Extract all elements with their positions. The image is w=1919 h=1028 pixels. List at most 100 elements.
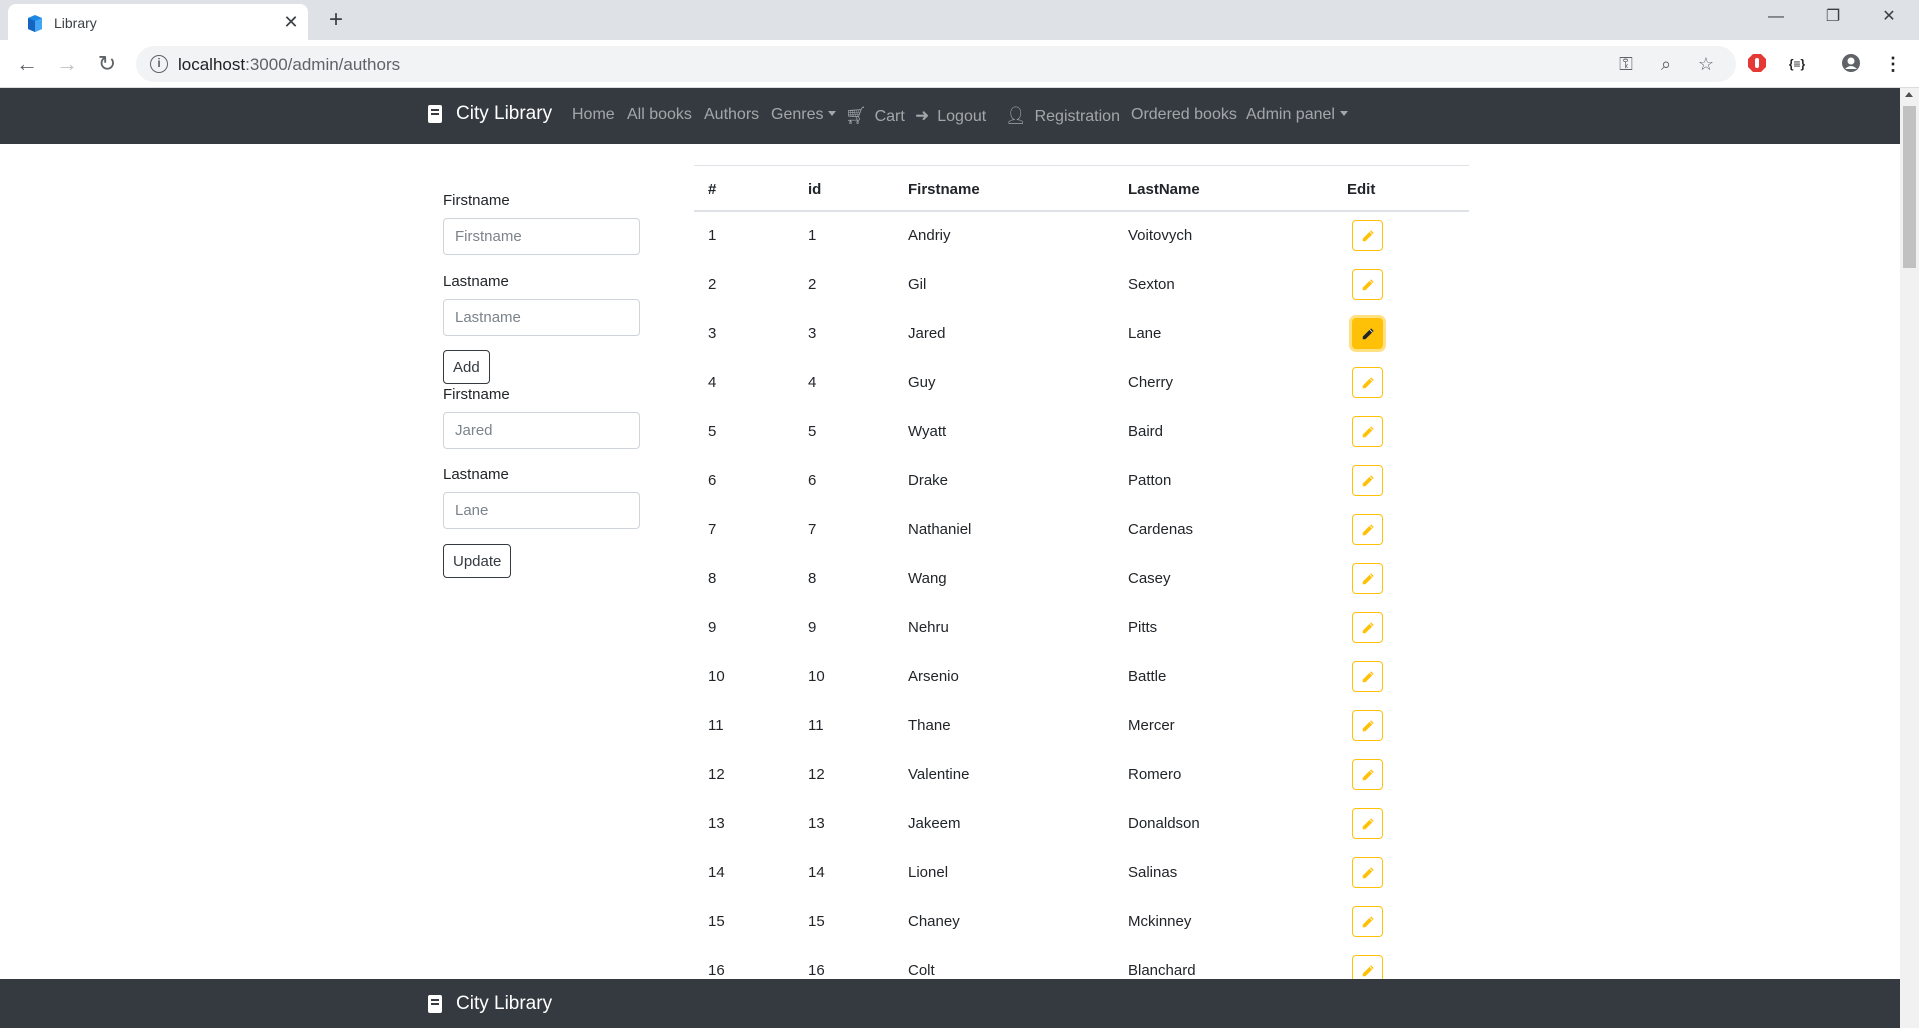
json-extension-icon[interactable]: {≡} — [1786, 53, 1808, 75]
pencil-icon — [1362, 719, 1374, 731]
back-arrow-icon[interactable]: ← — [13, 50, 41, 78]
cell-lastname: Cherry — [1128, 374, 1174, 391]
bookmark-star-icon[interactable]: ☆ — [1695, 53, 1717, 75]
edit-button[interactable] — [1352, 808, 1383, 839]
navbar-brand[interactable]: City Library — [428, 103, 552, 125]
adblock-extension-icon[interactable] — [1746, 53, 1768, 75]
table-row: 1 1 Andriy Voitovych — [694, 212, 1469, 261]
table-row: 13 13 Jakeem Donaldson — [694, 800, 1469, 849]
table-row: 2 2 Gil Sexton — [694, 261, 1469, 310]
user-edit-icon: 👤︎ — [1005, 106, 1027, 125]
browser-menu-icon[interactable]: ⋮ — [1882, 53, 1904, 75]
url-text[interactable]: localhost:3000/admin/authors — [178, 55, 400, 75]
edit-button[interactable] — [1352, 220, 1383, 251]
scroll-up-arrow-icon[interactable] — [1905, 92, 1913, 97]
minimize-icon[interactable]: — — [1753, 0, 1799, 34]
page-scrollbar[interactable] — [1900, 88, 1919, 1028]
table-row: 7 7 Nathaniel Cardenas — [694, 506, 1469, 555]
cell-firstname: Wang — [908, 570, 947, 587]
close-window-icon[interactable]: ✕ — [1866, 0, 1912, 34]
key-icon[interactable]: ⚿ — [1615, 53, 1637, 75]
browser-tab[interactable]: Library ✕ — [8, 4, 308, 40]
edit-button[interactable] — [1352, 661, 1383, 692]
table-row: 4 4 Guy Cherry — [694, 359, 1469, 408]
update-lastname-label: Lastname — [443, 466, 509, 483]
nav-all-books[interactable]: All books — [627, 106, 692, 124]
nav-authors[interactable]: Authors — [704, 106, 759, 124]
edit-button[interactable] — [1352, 857, 1383, 888]
logout-icon: ➜ — [915, 106, 930, 125]
cell-firstname: Arsenio — [908, 668, 959, 685]
cell-id: 10 — [808, 668, 825, 685]
edit-button[interactable] — [1352, 416, 1383, 447]
pencil-icon — [1362, 474, 1374, 486]
add-firstname-input[interactable] — [443, 218, 640, 255]
edit-button[interactable] — [1352, 759, 1383, 790]
nav-registration[interactable]: 👤︎ Registration — [1005, 106, 1120, 126]
pencil-icon — [1362, 964, 1374, 976]
cell-num: 16 — [708, 962, 725, 979]
address-bar[interactable]: i localhost:3000/admin/authors ⚿ ⌕ ☆ — [136, 46, 1736, 82]
edit-button[interactable] — [1352, 563, 1383, 594]
nav-logout[interactable]: ➜ Logout — [915, 106, 986, 126]
close-tab-icon[interactable]: ✕ — [280, 11, 302, 33]
table-row: 14 14 Lionel Salinas — [694, 849, 1469, 898]
edit-button[interactable] — [1352, 906, 1383, 937]
cell-lastname: Patton — [1128, 472, 1172, 489]
pencil-icon — [1362, 866, 1374, 878]
cell-num: 10 — [708, 668, 725, 685]
site-info-icon[interactable]: i — [150, 55, 168, 73]
add-lastname-input[interactable] — [443, 299, 640, 336]
nav-genres-dropdown[interactable]: Genres — [771, 106, 837, 124]
cell-id: 6 — [808, 472, 817, 489]
table-row: 8 8 Wang Casey — [694, 555, 1469, 604]
edit-button[interactable] — [1352, 318, 1383, 349]
profile-avatar-icon[interactable] — [1840, 53, 1862, 75]
site-footer: City Library — [0, 979, 1900, 1028]
cell-num: 5 — [708, 423, 717, 440]
edit-button[interactable] — [1352, 465, 1383, 496]
reload-icon[interactable]: ↻ — [93, 50, 121, 78]
pencil-icon — [1362, 768, 1374, 780]
update-lastname-input[interactable] — [443, 492, 640, 529]
new-tab-icon[interactable]: + — [322, 6, 350, 34]
update-firstname-label: Firstname — [443, 386, 510, 403]
edit-button[interactable] — [1352, 367, 1383, 398]
nav-home[interactable]: Home — [572, 106, 615, 124]
nav-cart[interactable]: 🛒︎ Cart — [845, 106, 905, 126]
zoom-icon[interactable]: ⌕ — [1655, 53, 1677, 75]
cell-firstname: Wyatt — [908, 423, 947, 440]
pencil-icon — [1362, 670, 1374, 682]
cell-firstname: Nathaniel — [908, 521, 972, 538]
cell-id: 15 — [808, 913, 825, 930]
cell-lastname: Sexton — [1128, 276, 1175, 293]
nav-ordered-books[interactable]: Ordered books — [1131, 106, 1237, 124]
header-num: # — [708, 181, 717, 198]
logout-label: Logout — [937, 108, 987, 125]
browser-toolbar: ← → ↻ i localhost:3000/admin/authors ⚿ ⌕… — [0, 40, 1919, 88]
book-icon — [428, 995, 442, 1013]
footer-brand[interactable]: City Library — [428, 993, 552, 1015]
header-edit: Edit — [1347, 181, 1376, 198]
pencil-icon — [1362, 572, 1374, 584]
cell-lastname: Romero — [1128, 766, 1182, 783]
edit-button[interactable] — [1352, 612, 1383, 643]
update-button[interactable]: Update — [443, 544, 512, 578]
scrollbar-thumb[interactable] — [1903, 106, 1916, 268]
table-row: 6 6 Drake Patton — [694, 457, 1469, 506]
edit-button[interactable] — [1352, 269, 1383, 300]
nav-admin-panel-dropdown[interactable]: Admin panel — [1246, 106, 1348, 124]
forward-arrow-icon[interactable]: → — [53, 50, 81, 78]
pencil-icon — [1362, 278, 1374, 290]
cell-firstname: Guy — [908, 374, 936, 391]
cell-lastname: Baird — [1128, 423, 1164, 440]
edit-button[interactable] — [1352, 710, 1383, 741]
cell-lastname: Lane — [1128, 325, 1162, 342]
table-row: 11 11 Thane Mercer — [694, 702, 1469, 751]
update-firstname-input[interactable] — [443, 412, 640, 449]
cell-id: 14 — [808, 864, 825, 881]
cell-lastname: Battle — [1128, 668, 1167, 685]
add-button[interactable]: Add — [443, 350, 490, 384]
restore-icon[interactable]: ❐ — [1810, 0, 1856, 34]
edit-button[interactable] — [1352, 514, 1383, 545]
